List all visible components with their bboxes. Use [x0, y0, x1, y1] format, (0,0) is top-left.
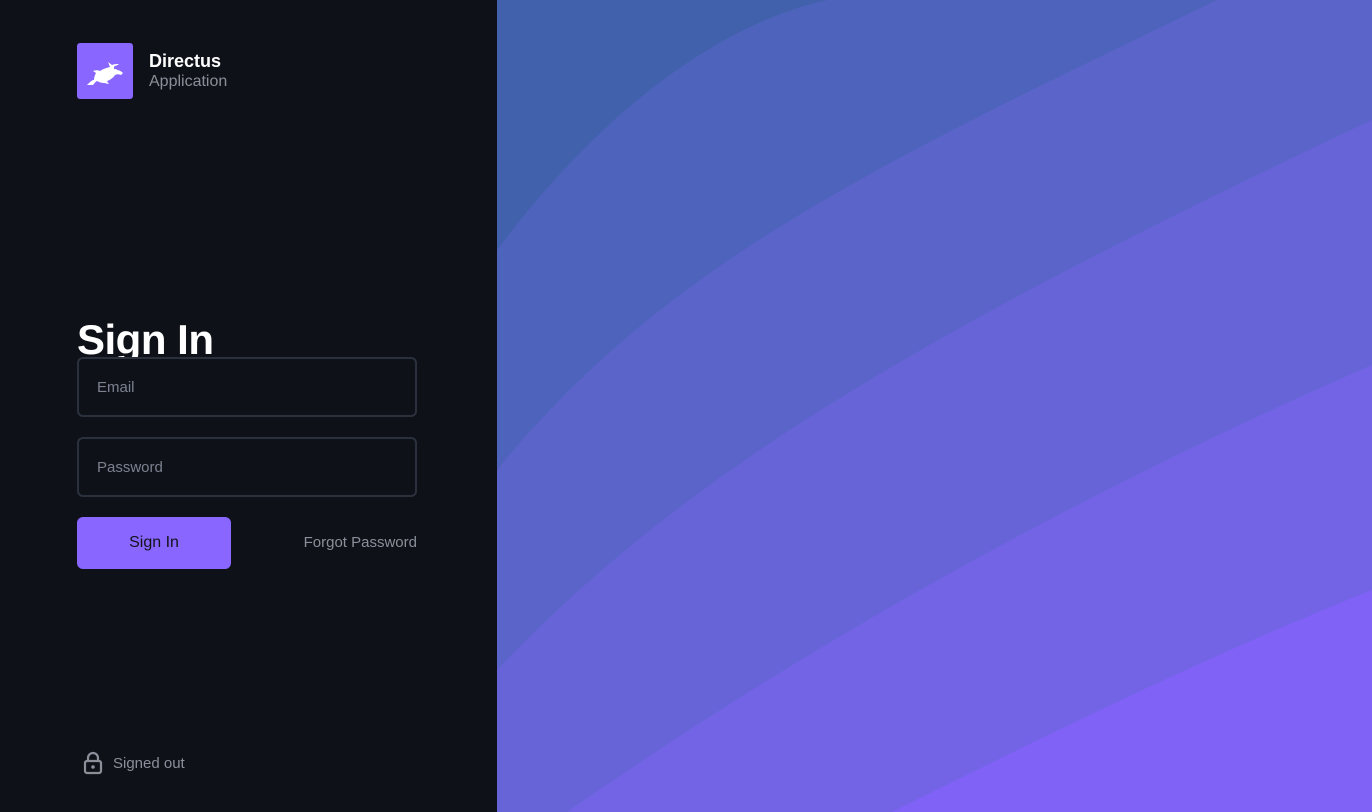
password-field-container[interactable] [77, 437, 417, 497]
brand-title: Directus [149, 51, 222, 71]
brand-text: Directus Application [149, 50, 227, 92]
brand-subtitle: Application [149, 73, 228, 90]
rabbit-icon [87, 62, 123, 85]
forgot-password-link[interactable]: Forgot Password [304, 533, 417, 553]
brand-header: Directus Application [77, 43, 227, 99]
email-field[interactable] [95, 358, 399, 416]
status-text: Signed out [113, 754, 185, 772]
lock-icon [83, 751, 103, 775]
password-field[interactable] [95, 438, 399, 496]
logo [77, 43, 133, 99]
auth-status: Signed out [82, 751, 185, 775]
login-page: Directus Application Sign In Sign In For… [0, 0, 1372, 812]
login-panel: Directus Application Sign In Sign In For… [0, 0, 497, 812]
background-art [497, 0, 1372, 812]
sign-in-button[interactable]: Sign In [77, 517, 231, 569]
email-field-container[interactable] [77, 357, 417, 417]
wave-background [497, 0, 1372, 812]
